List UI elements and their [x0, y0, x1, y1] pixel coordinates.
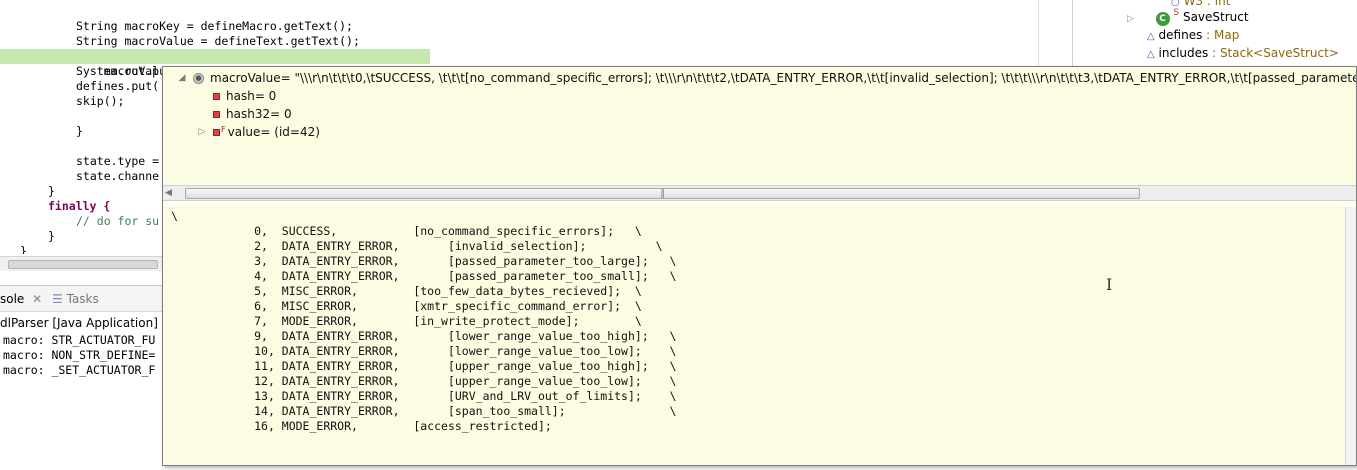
console-line: macro: STR_ACTUATOR_FU: [3, 333, 156, 347]
tree-row-hash32[interactable]: hash32= 0: [213, 105, 292, 123]
scroll-left-icon[interactable]: ◀: [165, 188, 172, 198]
detail-line: 5, MISC_ERROR, [too_few_data_bytes_recie…: [171, 284, 642, 298]
code-line[interactable]: }: [48, 229, 55, 244]
detail-vertical-scrollbar[interactable]: [1345, 207, 1356, 465]
code-line[interactable]: skip();: [76, 94, 124, 109]
text-cursor-icon: I: [1106, 275, 1113, 294]
console-launch-label: dlParser [Java Application] C:\P: [0, 316, 186, 330]
expand-arrow-icon[interactable]: ▷: [197, 123, 207, 141]
struct-label: SaveStruct: [1182, 10, 1249, 24]
detail-line: 7, MODE_ERROR, [in_write_protect_mode]; …: [171, 314, 642, 328]
console-tab-bar: sole ✕ ☰ Tasks: [0, 286, 165, 312]
expand-arrow-icon[interactable]: ▷: [1127, 14, 1134, 24]
tree-row-root[interactable]: ● macroValue= "\\\r\n\t\t\t0,\tSUCCESS, \…: [193, 69, 1356, 87]
code-line-comment[interactable]: // do for su: [76, 214, 159, 229]
tree-row-value[interactable]: Fvalue= (id=42): [213, 123, 320, 141]
code-line-keyword[interactable]: finally {: [48, 199, 110, 214]
code-line[interactable]: defines.put(: [76, 79, 159, 94]
code-line-highlighted[interactable]: macroValue = macroValue.replaceAll("\\\r…: [0, 49, 450, 78]
package-field-icon: △: [1147, 31, 1155, 42]
package-field-icon: △: [1147, 49, 1155, 60]
scrollbar-thumb[interactable]: [8, 260, 158, 269]
detail-line: 14, DATA_ENTRY_ERROR, [span_too_small]; …: [171, 404, 677, 418]
tasks-icon: ☰: [52, 292, 63, 306]
tab-console[interactable]: sole ✕: [0, 291, 42, 307]
field-visibility-icon: ○: [1171, 0, 1180, 8]
outline-item-struct[interactable]: ▷ C S SaveStruct: [1127, 8, 1249, 26]
class-icon: C: [1155, 12, 1170, 26]
detail-line: 11, DATA_ENTRY_ERROR, [upper_range_value…: [171, 359, 677, 373]
value-detail-pane[interactable]: \ 0, SUCCESS, [no_command_specific_error…: [163, 207, 1345, 465]
detail-line: 10, DATA_ENTRY_ERROR, [lower_range_value…: [171, 344, 677, 358]
detail-line: 9, DATA_ENTRY_ERROR, [lower_range_value_…: [171, 329, 677, 343]
variable-inspect-popup[interactable]: ◢ ● macroValue= "\\\r\n\t\t\t0,\tSUCCESS,…: [162, 66, 1357, 466]
private-field-icon: [213, 111, 220, 118]
code-line[interactable]: state.type =: [76, 154, 159, 169]
detail-line: 2, DATA_ENTRY_ERROR, [invalid_selection]…: [171, 239, 663, 253]
detail-line: 12, DATA_ENTRY_ERROR, [upper_range_value…: [171, 374, 677, 388]
outline-view[interactable]: ○ W3 : int ▷ C S SaveStruct △ defines : …: [1072, 0, 1357, 70]
detail-line: 3, DATA_ENTRY_ERROR, [passed_parameter_t…: [171, 254, 677, 268]
detail-line: 0, SUCCESS, [no_command_specific_errors]…: [171, 224, 642, 238]
variable-tree[interactable]: ◢ ● macroValue= "\\\r\n\t\t\t0,\tSUCCESS,…: [163, 67, 1356, 185]
code-line[interactable]: }: [48, 184, 55, 199]
code-line[interactable]: state.channe: [76, 169, 159, 184]
code-line[interactable]: String macroValue = defineText.getText()…: [76, 34, 360, 49]
private-field-icon: [213, 93, 220, 100]
detail-line: 4, DATA_ENTRY_ERROR, [passed_parameter_t…: [171, 269, 677, 283]
close-icon[interactable]: ✕: [32, 292, 42, 306]
collapse-arrow-icon[interactable]: ◢: [177, 69, 187, 87]
detail-line: 6, MISC_ERROR, [xmtr_specific_command_er…: [171, 299, 642, 313]
console-line: macro: NON_STR_DEFINE=: [3, 348, 156, 362]
code-line[interactable]: System.out.p: [76, 64, 159, 79]
outline-item-includes[interactable]: △ includes : Stack<SaveStruct>: [1147, 45, 1339, 62]
tree-horizontal-scrollbar[interactable]: ◀ ║: [163, 185, 1356, 201]
scrollbar-thumb[interactable]: ║: [185, 188, 1140, 199]
static-marker: S: [1173, 8, 1180, 18]
code-line-partial: }: [20, 244, 27, 254]
tree-row-hash[interactable]: hash= 0: [213, 87, 276, 105]
detail-line: 13, DATA_ENTRY_ERROR, [URV_and_LRV_out_o…: [171, 389, 677, 403]
private-final-field-icon: [213, 129, 220, 136]
code-line[interactable]: }: [76, 124, 83, 139]
detail-line: \: [171, 209, 178, 223]
detail-line: 16, MODE_ERROR, [access_restricted];: [171, 419, 552, 433]
local-variable-icon: ●: [193, 73, 204, 84]
tab-tasks[interactable]: ☰ Tasks: [52, 291, 99, 307]
code-line[interactable]: String macroKey = defineMacro.getText();: [76, 19, 353, 34]
console-line: macro: _SET_ACTUATOR_F: [3, 363, 156, 377]
console-panel[interactable]: sole ✕ ☰ Tasks dlParser [Java Applicatio…: [0, 285, 185, 470]
outline-item-defines[interactable]: △ defines : Map: [1147, 27, 1239, 44]
